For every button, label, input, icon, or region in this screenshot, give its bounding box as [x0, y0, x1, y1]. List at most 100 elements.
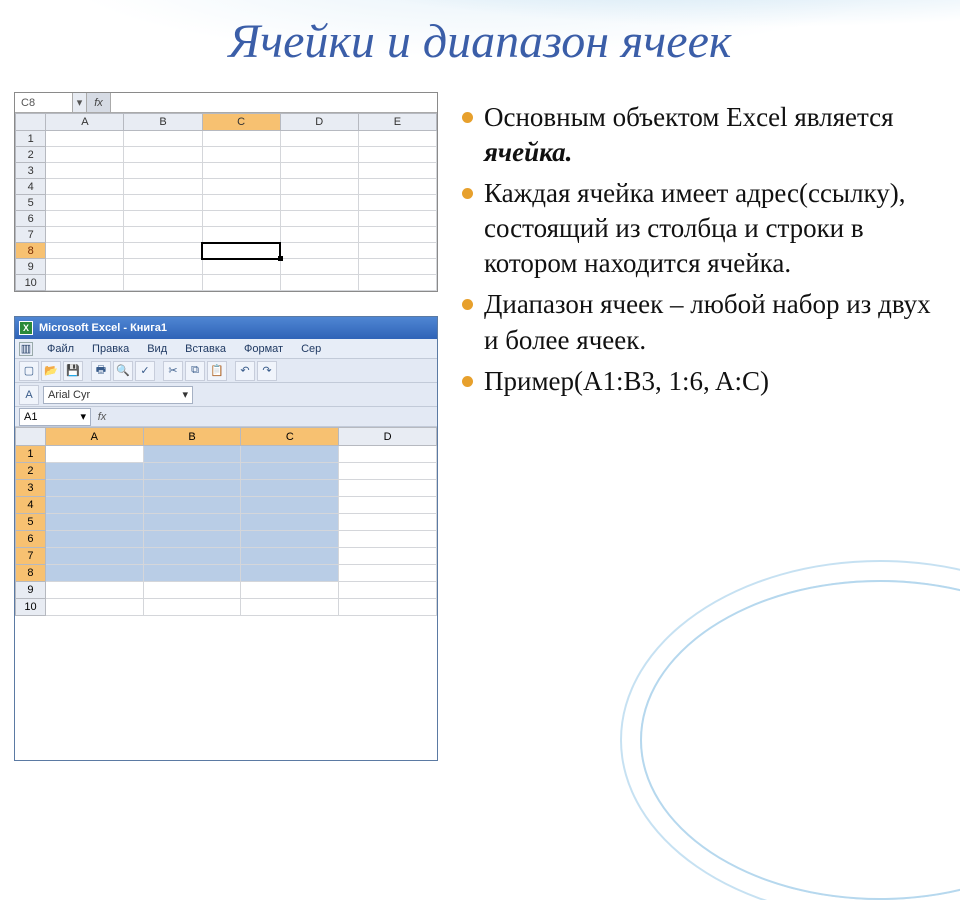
cell[interactable]: [45, 480, 143, 497]
cell[interactable]: [143, 463, 241, 480]
cell[interactable]: [358, 195, 436, 211]
cell[interactable]: [241, 565, 339, 582]
cell[interactable]: [45, 531, 143, 548]
cell[interactable]: [45, 463, 143, 480]
cell[interactable]: [45, 582, 143, 599]
cell[interactable]: [241, 514, 339, 531]
cell[interactable]: [46, 243, 124, 259]
cell[interactable]: [339, 582, 437, 599]
print-icon[interactable]: 🖶: [91, 361, 111, 381]
row-header[interactable]: 10: [16, 275, 46, 291]
cell[interactable]: [46, 131, 124, 147]
col-header-C[interactable]: C: [241, 428, 339, 446]
paste-icon[interactable]: 📋: [207, 361, 227, 381]
cell[interactable]: [46, 195, 124, 211]
menu-file[interactable]: Файл: [39, 343, 82, 355]
cell[interactable]: [358, 243, 436, 259]
cell[interactable]: [241, 463, 339, 480]
open-icon[interactable]: 📂: [41, 361, 61, 381]
menu-insert[interactable]: Вставка: [177, 343, 234, 355]
cell[interactable]: [124, 163, 202, 179]
cell[interactable]: [124, 147, 202, 163]
cell[interactable]: [46, 163, 124, 179]
cell[interactable]: [241, 582, 339, 599]
font-combo[interactable]: Arial Cyr ▾: [43, 386, 193, 404]
cell[interactable]: [280, 259, 358, 275]
new-icon[interactable]: ▢: [19, 361, 39, 381]
formula-input-1[interactable]: [111, 93, 437, 112]
cell[interactable]: [45, 446, 143, 463]
cell[interactable]: [280, 179, 358, 195]
cell[interactable]: [339, 599, 437, 616]
cell[interactable]: [241, 446, 339, 463]
cell[interactable]: [280, 195, 358, 211]
cell[interactable]: [280, 275, 358, 291]
cell[interactable]: [241, 599, 339, 616]
cell[interactable]: [358, 227, 436, 243]
cell[interactable]: [124, 275, 202, 291]
col-header-A[interactable]: A: [45, 428, 143, 446]
menu-format[interactable]: Формат: [236, 343, 291, 355]
cell[interactable]: [46, 147, 124, 163]
name-box-1[interactable]: C8: [15, 93, 73, 112]
row-header[interactable]: 1: [16, 446, 46, 463]
select-all-corner-2[interactable]: [16, 428, 46, 446]
cell[interactable]: [241, 531, 339, 548]
cell[interactable]: [143, 548, 241, 565]
cell[interactable]: [339, 446, 437, 463]
cell[interactable]: [45, 497, 143, 514]
cell[interactable]: [280, 227, 358, 243]
cell[interactable]: [124, 227, 202, 243]
cell[interactable]: [202, 131, 280, 147]
cell[interactable]: [280, 147, 358, 163]
fx-label-2[interactable]: fx: [91, 411, 113, 423]
cell[interactable]: [280, 131, 358, 147]
cell[interactable]: [46, 227, 124, 243]
cell[interactable]: [143, 514, 241, 531]
col-header-B[interactable]: B: [143, 428, 241, 446]
cell[interactable]: [202, 163, 280, 179]
col-header-C[interactable]: C: [202, 114, 280, 131]
row-header[interactable]: 4: [16, 179, 46, 195]
row-header[interactable]: 5: [16, 514, 46, 531]
row-header[interactable]: 7: [16, 227, 46, 243]
col-header-E[interactable]: E: [358, 114, 436, 131]
name-box-dropdown-icon[interactable]: ▾: [73, 93, 87, 112]
save-icon[interactable]: 💾: [63, 361, 83, 381]
cell[interactable]: [358, 275, 436, 291]
row-header[interactable]: 8: [16, 565, 46, 582]
cell[interactable]: [358, 163, 436, 179]
cut-icon[interactable]: ✂: [163, 361, 183, 381]
row-header[interactable]: 2: [16, 463, 46, 480]
cell[interactable]: [241, 480, 339, 497]
row-header[interactable]: 6: [16, 531, 46, 548]
cell[interactable]: [124, 211, 202, 227]
cell[interactable]: [339, 463, 437, 480]
cell[interactable]: [339, 548, 437, 565]
row-header[interactable]: 6: [16, 211, 46, 227]
cell[interactable]: [241, 548, 339, 565]
row-header[interactable]: 8: [16, 243, 46, 259]
cell[interactable]: [124, 179, 202, 195]
cell[interactable]: [339, 565, 437, 582]
col-header-A[interactable]: A: [46, 114, 124, 131]
cell[interactable]: [124, 259, 202, 275]
cell[interactable]: [241, 497, 339, 514]
cell[interactable]: [202, 275, 280, 291]
undo-icon[interactable]: ↶: [235, 361, 255, 381]
cell[interactable]: [339, 514, 437, 531]
cell-active-C8[interactable]: [202, 243, 280, 259]
cell[interactable]: [358, 131, 436, 147]
cell[interactable]: [280, 243, 358, 259]
cell[interactable]: [202, 195, 280, 211]
cell[interactable]: [143, 582, 241, 599]
col-header-B[interactable]: B: [124, 114, 202, 131]
row-header[interactable]: 7: [16, 548, 46, 565]
row-header[interactable]: 9: [16, 582, 46, 599]
row-header[interactable]: 9: [16, 259, 46, 275]
cell[interactable]: [46, 275, 124, 291]
cell[interactable]: [358, 259, 436, 275]
cell[interactable]: [280, 211, 358, 227]
cell[interactable]: [358, 211, 436, 227]
cell[interactable]: [143, 565, 241, 582]
